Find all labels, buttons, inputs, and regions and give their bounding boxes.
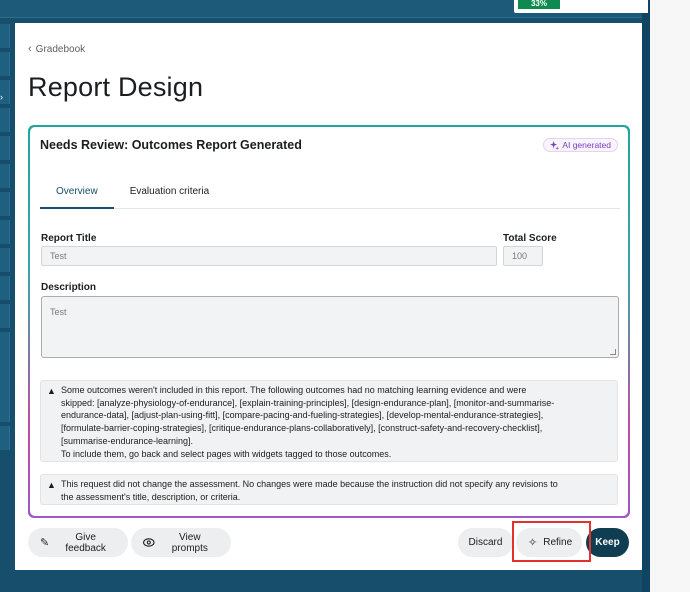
progress-chip: 33% — [518, 0, 560, 9]
rail-arrow-icon[interactable]: › — [0, 92, 3, 102]
app-right-edge — [642, 0, 650, 592]
sparkle-icon — [550, 140, 560, 150]
description-value: Test — [50, 307, 67, 317]
keep-button[interactable]: Keep — [586, 528, 629, 557]
breadcrumb[interactable]: ‹ Gradebook — [28, 43, 85, 55]
no-changes-notice: ▲ This request did not change the assess… — [40, 474, 618, 505]
rail-item[interactable] — [0, 220, 10, 244]
rail-item[interactable] — [0, 108, 10, 132]
refine-highlight-box — [512, 521, 591, 562]
ai-generated-badge: AI generated — [543, 138, 618, 152]
notice-line: [formulate-barrier-coping-strategies], [… — [61, 423, 543, 434]
ai-review-panel: Needs Review: Outcomes Report Generated … — [28, 125, 630, 518]
rail-item[interactable] — [0, 192, 10, 216]
notice-line: This request did not change the assessme… — [61, 479, 558, 489]
description-label: Description — [41, 282, 97, 293]
notice-line: [summarise-endurance-learning]. — [61, 435, 194, 446]
notice-line: endurance-data], [adjust-plan-using-fitt… — [61, 410, 544, 421]
chevron-left-icon: ‹ — [28, 43, 32, 55]
tab-evaluation-criteria[interactable]: Evaluation criteria — [114, 180, 225, 209]
view-prompts-button[interactable]: View prompts — [131, 528, 231, 557]
notice-line: the assessment's title, description, or … — [61, 491, 241, 502]
outside-area — [650, 0, 690, 592]
total-score-field[interactable]: 100 — [503, 246, 543, 266]
tab-overview[interactable]: Overview — [40, 180, 114, 209]
notice-line: Some outcomes weren't included in this r… — [61, 385, 527, 395]
keep-label: Keep — [595, 537, 620, 548]
report-title-field[interactable]: Test — [41, 246, 497, 266]
warning-icon: ▲ — [47, 386, 56, 396]
eye-icon — [143, 538, 155, 547]
notice-line: To include them, go back and select page… — [61, 448, 392, 459]
tab-bar: Overview Evaluation criteria — [40, 180, 620, 209]
description-field[interactable]: Test — [41, 296, 619, 358]
ai-review-panel-body: Needs Review: Outcomes Report Generated … — [30, 127, 628, 516]
left-rail — [0, 24, 10, 454]
view-prompts-label: View prompts — [171, 531, 208, 554]
discard-button[interactable]: Discard — [458, 528, 513, 557]
rail-item[interactable] — [0, 304, 10, 328]
panel-title: Needs Review: Outcomes Report Generated — [40, 138, 302, 152]
pencil-icon: ✎ — [40, 537, 50, 549]
rail-item[interactable] — [0, 24, 10, 48]
discard-label: Discard — [468, 537, 503, 548]
rail-item[interactable] — [0, 52, 10, 76]
resize-handle-icon[interactable] — [610, 349, 616, 355]
give-feedback-label: Give feedback — [65, 531, 106, 554]
rail-item[interactable] — [0, 248, 10, 272]
give-feedback-button[interactable]: ✎ Give feedback — [28, 528, 128, 557]
total-score-label: Total Score — [503, 233, 557, 244]
rail-item[interactable] — [0, 332, 10, 422]
warning-icon: ▲ — [47, 480, 56, 490]
breadcrumb-gradebook[interactable]: Gradebook — [36, 44, 85, 55]
report-title-label: Report Title — [41, 233, 97, 244]
ai-badge-label: AI generated — [562, 140, 611, 150]
page-title: Report Design — [28, 72, 204, 102]
rail-item[interactable] — [0, 164, 10, 188]
outcomes-skipped-notice: ▲ Some outcomes weren't included in this… — [40, 380, 618, 462]
rail-item[interactable] — [0, 136, 10, 160]
rail-item[interactable] — [0, 276, 10, 300]
notice-line: skipped: [analyze-physiology-of-enduranc… — [61, 397, 555, 408]
rail-item[interactable] — [0, 426, 10, 450]
